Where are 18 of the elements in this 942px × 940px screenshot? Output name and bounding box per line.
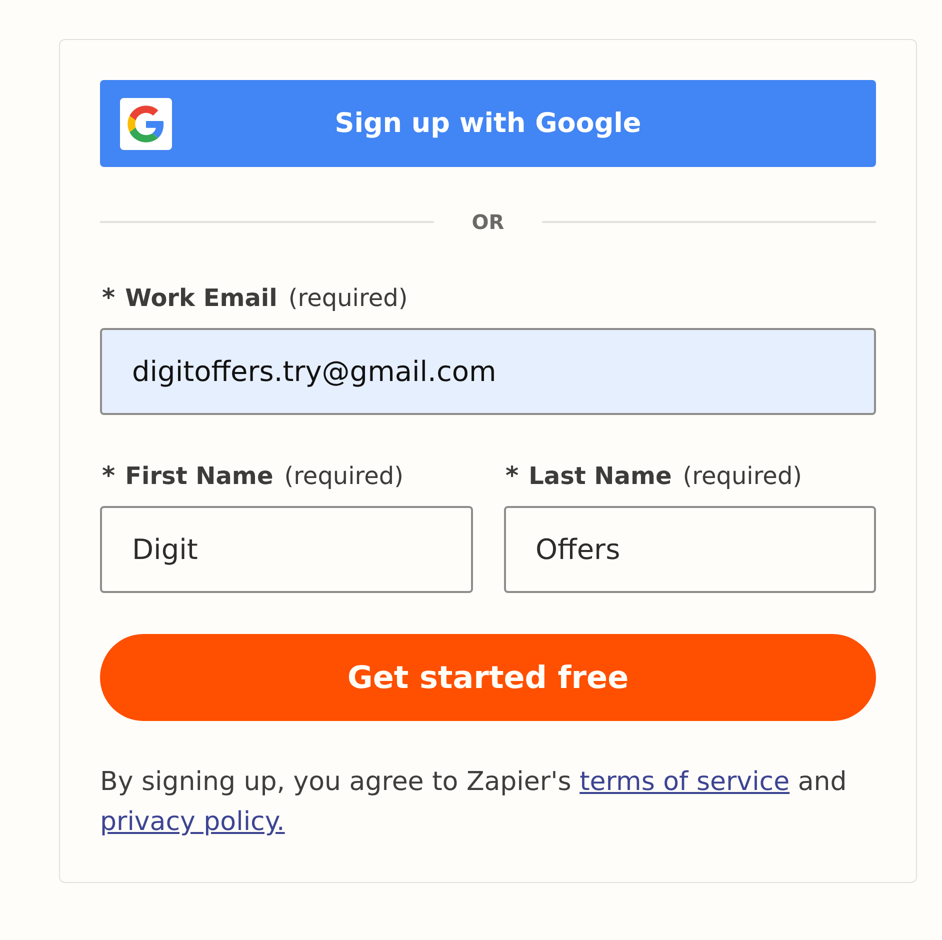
g-logo-icon xyxy=(120,98,172,150)
field-label: Work Email xyxy=(125,283,278,313)
policy-link[interactable]: privacy policy. xyxy=(100,807,285,837)
required-asterisk: * xyxy=(506,461,519,491)
google-signup-button[interactable]: Sign up with Google xyxy=(100,80,876,167)
required-note: (required) xyxy=(284,461,404,491)
divider-label: OR xyxy=(472,209,504,235)
required-asterisk: * xyxy=(102,461,116,491)
field-label: Last Name xyxy=(528,461,672,491)
required-note: (required) xyxy=(288,283,408,313)
name-input-field[interactable]: Offers xyxy=(504,506,876,593)
name-input-field[interactable]: Digit xyxy=(100,506,472,593)
required-note: (required) xyxy=(682,461,802,491)
legal-text: By signing up, you agree to Zapier's terms of service and privacy policy. xyxy=(100,766,848,839)
policy-link[interactable]: terms of service xyxy=(580,767,790,797)
field-label: First Name xyxy=(125,461,274,491)
required-asterisk: * xyxy=(102,283,116,313)
email-input-field[interactable]: digitoffers.try@gmail.com xyxy=(100,328,876,415)
